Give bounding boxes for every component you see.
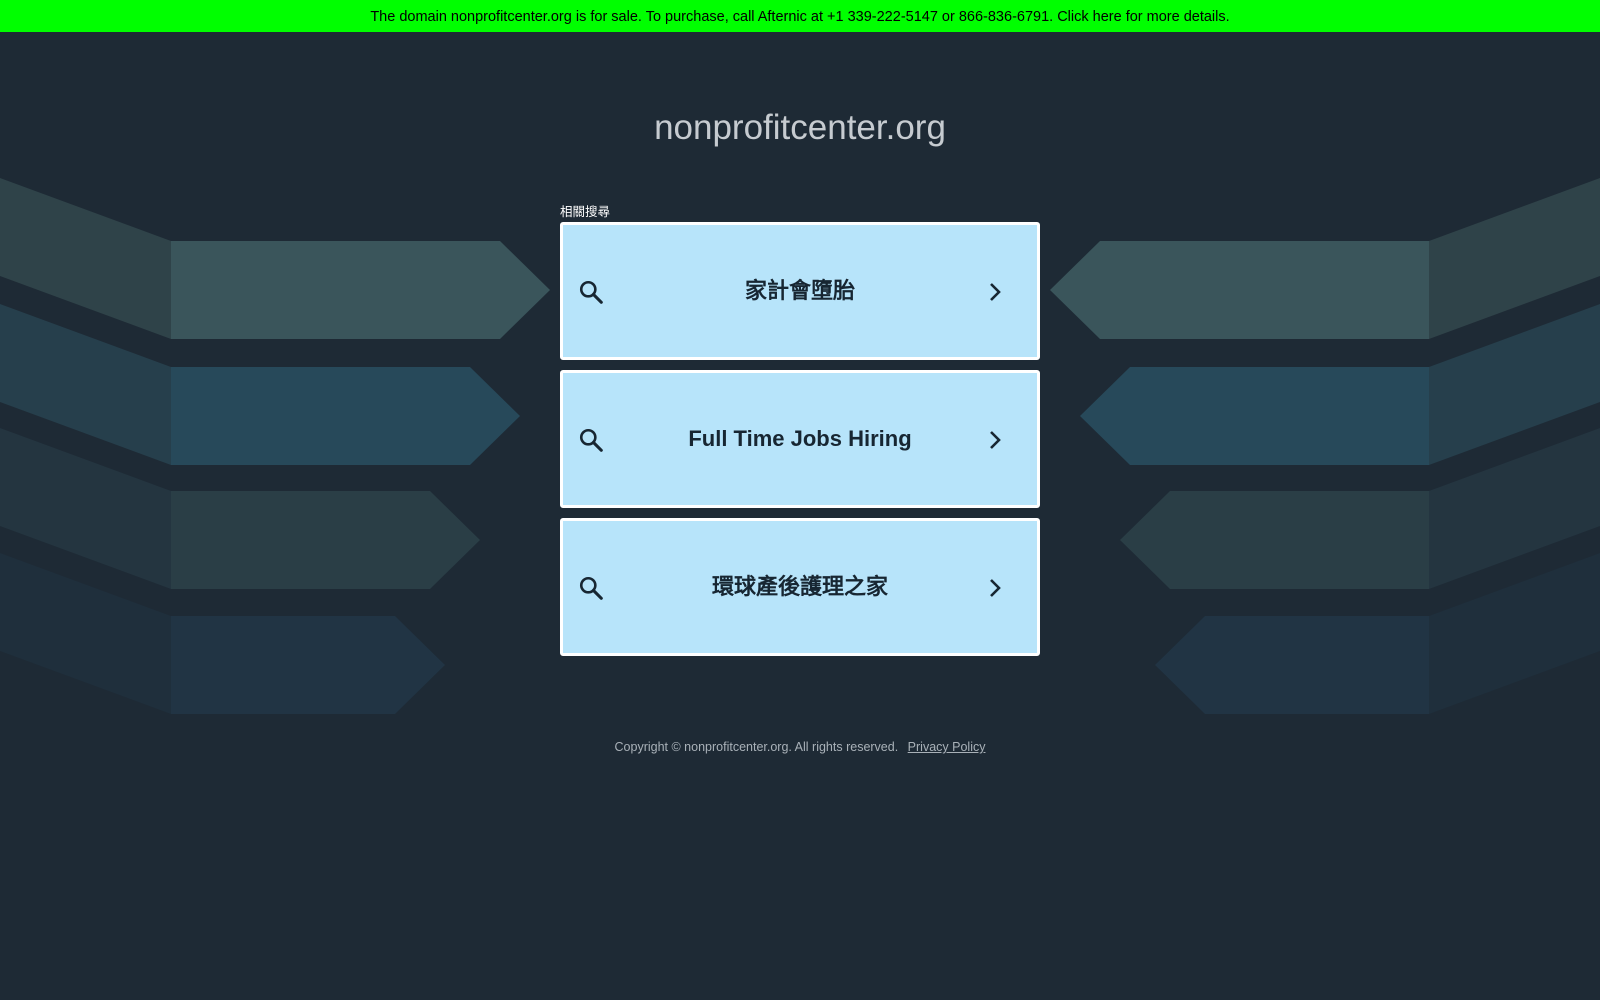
related-search-item[interactable]: 環球產後護理之家 xyxy=(560,518,1040,656)
search-icon xyxy=(579,576,603,600)
related-search-item[interactable]: 家計會墮胎 xyxy=(560,222,1040,360)
related-search-list: 家計會墮胎 Full Time Jobs Hiring 環球產後護理之家 xyxy=(560,222,1040,666)
search-icon xyxy=(579,280,603,304)
search-icon xyxy=(579,428,603,452)
chevron-right-icon xyxy=(990,579,1001,597)
chevron-right-icon xyxy=(990,431,1001,449)
related-search-label: 家計會墮胎 xyxy=(744,278,855,303)
parked-domain-page: The domain nonprofitcenter.org is for sa… xyxy=(0,0,1600,1000)
related-search-label: 環球產後護理之家 xyxy=(711,574,888,599)
domain-title: nonprofitcenter.org xyxy=(654,108,946,147)
domain-sale-banner[interactable]: The domain nonprofitcenter.org is for sa… xyxy=(0,0,1600,32)
related-search-label: Full Time Jobs Hiring xyxy=(688,426,912,451)
footer: Copyright © nonprofitcenter.org. All rig… xyxy=(0,740,1600,754)
copyright-text: Copyright © nonprofitcenter.org. All rig… xyxy=(614,740,899,754)
related-search-item[interactable]: Full Time Jobs Hiring xyxy=(560,370,1040,508)
chevron-right-icon xyxy=(990,283,1001,301)
related-searches-label: 相關搜尋 xyxy=(560,205,611,219)
privacy-policy-link[interactable]: Privacy Policy xyxy=(908,740,986,754)
